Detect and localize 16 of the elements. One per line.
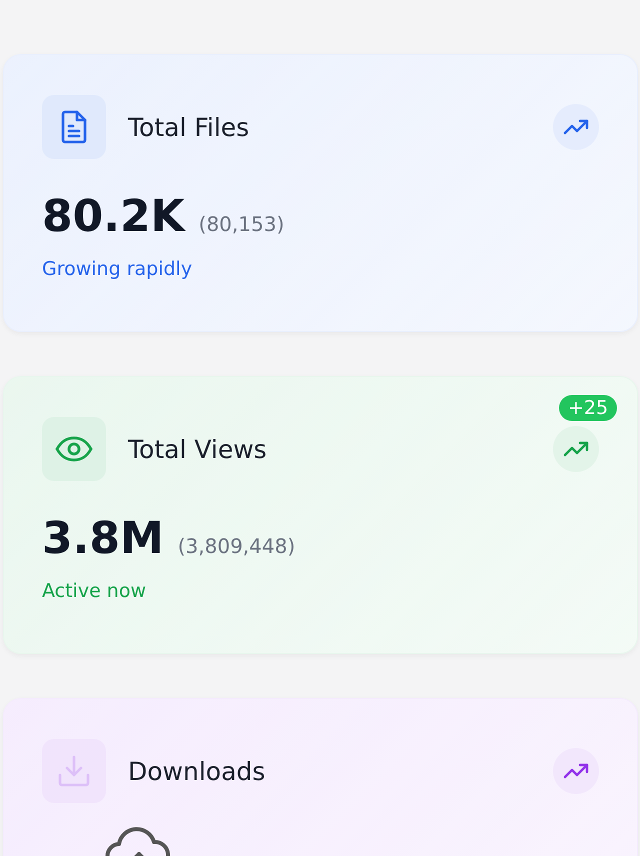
card-title: Total Views	[128, 434, 268, 464]
exact-count: (80,153)	[198, 212, 284, 236]
eye-icon	[55, 436, 93, 462]
card-title: Downloads	[128, 756, 266, 786]
status-text: Growing rapidly	[42, 258, 194, 280]
download-icon	[57, 755, 91, 787]
stat-value: 3.8M	[42, 513, 164, 564]
document-icon	[59, 110, 89, 144]
trend-button[interactable]	[553, 426, 599, 472]
card-title: Total Files	[128, 112, 250, 142]
trend-button[interactable]	[553, 748, 599, 794]
trend-button[interactable]	[553, 104, 599, 150]
exact-count: (3,809,448)	[178, 534, 296, 558]
count-badge: +25	[559, 395, 618, 421]
status-text: Active now	[42, 580, 148, 602]
stat-value: 80.2K	[42, 191, 185, 242]
